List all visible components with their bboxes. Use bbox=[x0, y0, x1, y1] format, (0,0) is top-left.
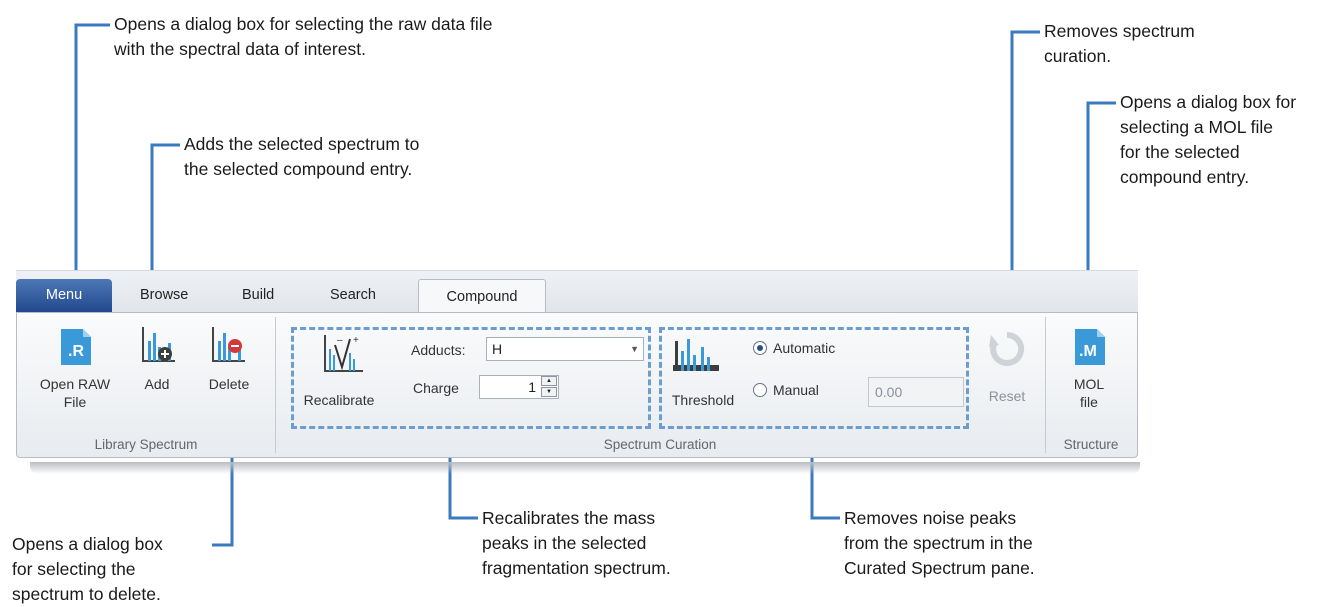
chevron-down-icon: ▼ bbox=[630, 344, 639, 354]
threshold-icon bbox=[673, 339, 719, 371]
open-raw-button[interactable]: .R Open RAW File bbox=[27, 321, 123, 427]
tab-browse[interactable]: Browse bbox=[140, 287, 188, 303]
manual-threshold-value: 0.00 bbox=[875, 384, 903, 400]
delete-button[interactable]: Delete bbox=[197, 321, 261, 427]
callout-delete: Opens a dialog box for selecting the spe… bbox=[12, 534, 163, 604]
callout-mol: Opens a dialog box for selecting a MOL f… bbox=[1120, 92, 1297, 187]
open-raw-label: Open RAW File bbox=[39, 376, 111, 410]
group-label-structure: Structure bbox=[1063, 437, 1119, 452]
ribbon: Menu Browse Build Search Compound .R Ope… bbox=[16, 270, 1138, 458]
charge-increment-button[interactable]: ▲ bbox=[541, 376, 557, 386]
add-button[interactable]: Add bbox=[129, 321, 185, 427]
manual-radio[interactable] bbox=[753, 383, 767, 397]
svg-text:.M: .M bbox=[1079, 343, 1097, 360]
svg-text:–: – bbox=[337, 335, 343, 346]
adducts-value: H bbox=[492, 341, 503, 357]
adducts-select[interactable]: H ▼ bbox=[486, 337, 644, 361]
reset-button[interactable]: Reset bbox=[977, 321, 1037, 427]
spectrum-delete-icon bbox=[212, 327, 245, 362]
callout-reset: Removes spectrum curation. bbox=[1044, 21, 1195, 66]
tab-build[interactable]: Build bbox=[242, 287, 274, 303]
callout-threshold: Removes noise peaks from the spectrum in… bbox=[844, 508, 1035, 578]
file-r-icon: .R bbox=[61, 329, 91, 365]
delete-label: Delete bbox=[208, 376, 250, 392]
group-label-library-spectrum: Library Spectrum bbox=[94, 437, 198, 452]
reset-icon bbox=[989, 331, 1025, 366]
group-label-spectrum-curation: Spectrum Curation bbox=[603, 437, 717, 452]
tab-compound[interactable]: Compound bbox=[418, 279, 546, 316]
tab-search[interactable]: Search bbox=[330, 287, 376, 303]
recalibrate-button[interactable]: – + Recalibrate bbox=[299, 327, 379, 425]
callout-add: Adds the selected spectrum to the select… bbox=[184, 134, 420, 179]
svg-text:+: + bbox=[353, 335, 359, 346]
spectrum-add-icon bbox=[142, 327, 175, 362]
svg-text:.R: .R bbox=[68, 343, 84, 360]
separator bbox=[1045, 317, 1046, 453]
callout-recalibrate: Recalibrates the mass peaks in the selec… bbox=[482, 508, 671, 578]
recalibrate-label: Recalibrate bbox=[303, 392, 375, 408]
ribbon-shadow bbox=[30, 462, 1140, 474]
recalibrate-icon: – + bbox=[324, 335, 363, 372]
tab-bar: Menu Browse Build Search Compound bbox=[16, 270, 1138, 316]
threshold-button[interactable]: Threshold bbox=[663, 327, 743, 425]
manual-label: Manual bbox=[773, 382, 819, 398]
charge-value: 1 bbox=[528, 379, 536, 395]
adducts-label: Adducts: bbox=[411, 342, 466, 358]
manual-threshold-input[interactable]: 0.00 bbox=[868, 377, 964, 407]
automatic-label: Automatic bbox=[773, 340, 836, 356]
charge-decrement-button[interactable]: ▼ bbox=[541, 387, 557, 397]
mol-file-label: MOL file bbox=[1073, 376, 1105, 410]
reset-label: Reset bbox=[988, 388, 1026, 404]
file-m-icon: .M bbox=[1075, 329, 1105, 365]
charge-label: Charge bbox=[413, 380, 459, 396]
ribbon-panel: .R Open RAW File Add Delete Library Spec… bbox=[16, 312, 1138, 458]
separator bbox=[275, 317, 276, 453]
automatic-radio[interactable] bbox=[753, 341, 767, 355]
callout-open-raw: Opens a dialog box for selecting the raw… bbox=[114, 14, 493, 59]
add-label: Add bbox=[144, 376, 170, 392]
tab-menu[interactable]: Menu bbox=[16, 279, 112, 313]
mol-file-button[interactable]: .M MOL file bbox=[1051, 321, 1127, 427]
threshold-label: Threshold bbox=[671, 392, 735, 408]
